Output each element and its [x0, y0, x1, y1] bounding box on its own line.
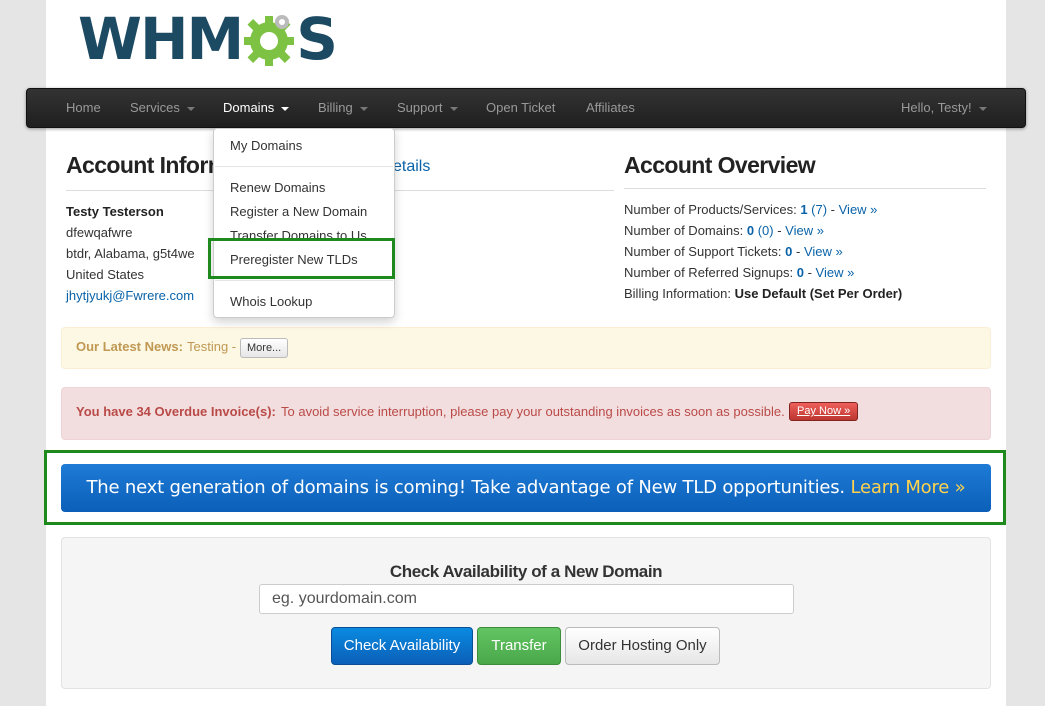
products-view-link[interactable]: View » [839, 202, 878, 217]
overdue-invoices-alert: You have 34 Overdue Invoice(s): To avoid… [61, 387, 991, 440]
account-overview-title: Account Overview [624, 152, 816, 178]
domain-checker-panel: Check Availability of a New Domain Check… [61, 537, 991, 689]
tickets-view-link[interactable]: View » [804, 244, 843, 259]
nav-billing[interactable]: Billing [318, 89, 368, 127]
separator: - [792, 244, 804, 259]
menu-item-preregister-tlds[interactable]: Preregister New TLDs [230, 252, 358, 267]
client-address2: btdr, Alabama, g5t4we [66, 246, 195, 261]
menu-item-renew-domains[interactable]: Renew Domains [230, 180, 325, 195]
check-availability-button[interactable]: Check Availability [331, 627, 473, 665]
referrals-label: Number of Referred Signups: [624, 265, 794, 280]
separator: - [773, 223, 786, 238]
domains-count-link[interactable]: 0 [747, 223, 754, 238]
account-info-title: Account Inform [66, 152, 228, 178]
client-country: United States [66, 267, 145, 282]
domains-view-link[interactable]: View » [785, 223, 824, 238]
overdue-label: You have 34 Overdue Invoice(s): [76, 404, 276, 419]
client-email-link[interactable]: jhytjyukj@Fwrere.com [66, 288, 194, 303]
news-alert: Our Latest News: Testing - More... [61, 327, 991, 369]
new-tld-banner[interactable]: The next generation of domains is coming… [61, 464, 991, 512]
nav-home[interactable]: Home [66, 89, 101, 127]
order-hosting-button[interactable]: Order Hosting Only [565, 627, 720, 665]
logo-text-right: S [296, 5, 338, 73]
pay-now-button[interactable]: Pay Now » [789, 402, 859, 421]
nav-affiliates-label: Affiliates [586, 100, 635, 115]
news-label: Our Latest News: [76, 339, 183, 354]
main-navbar: Home Services Domains Billing Support Op… [26, 88, 1026, 128]
nav-domains-label: Domains [223, 100, 275, 115]
billing-label: Billing Information: [624, 286, 731, 301]
chevron-down-icon [449, 106, 458, 111]
products-label: Number of Products/Services: [624, 202, 797, 217]
domains-label: Number of Domains: [624, 223, 744, 238]
menu-divider [215, 166, 393, 167]
client-address1: dfewqafwre [66, 225, 133, 240]
menu-divider [215, 280, 393, 281]
chevron-down-icon [359, 106, 368, 111]
logo-text-left: WHM [78, 5, 244, 73]
nav-services-label: Services [130, 100, 180, 115]
client-name: Testy Testerson [66, 204, 164, 219]
learn-more-link[interactable]: Learn More » [850, 477, 965, 498]
menu-item-whois-lookup[interactable]: Whois Lookup [230, 294, 312, 309]
domain-checker-title: Check Availability of a New Domain [389, 562, 663, 581]
nav-affiliates[interactable]: Affiliates [586, 89, 635, 127]
overview-referrals-row: Number of Referred Signups: 0 - View » [624, 265, 854, 280]
transfer-button[interactable]: Transfer [477, 627, 561, 665]
overview-tickets-row: Number of Support Tickets: 0 - View » [624, 244, 843, 259]
logo-gear-icon [244, 15, 295, 66]
menu-item-register-domain[interactable]: Register a New Domain [230, 204, 367, 219]
nav-open-ticket[interactable]: Open Ticket [486, 89, 555, 127]
chevron-down-icon [186, 106, 195, 111]
products-count-link[interactable]: 1 [800, 202, 807, 217]
news-text: Testing - [187, 339, 237, 354]
nav-domains[interactable]: Domains [223, 89, 290, 127]
nav-support-label: Support [397, 100, 443, 115]
overview-billing-row: Billing Information: Use Default (Set Pe… [624, 286, 902, 301]
domain-search-input[interactable] [259, 584, 794, 614]
menu-item-my-domains[interactable]: My Domains [230, 138, 302, 153]
separator: - [803, 265, 816, 280]
chevron-down-icon [281, 106, 290, 111]
user-menu-label: Hello, Testy! [901, 100, 972, 115]
update-details-link[interactable]: etails [393, 158, 430, 176]
nav-support[interactable]: Support [397, 89, 458, 127]
tld-banner-text: The next generation of domains is coming… [86, 477, 846, 498]
news-more-button[interactable]: More... [240, 338, 289, 358]
separator: - [827, 202, 839, 217]
chevron-down-icon [978, 106, 987, 111]
nav-open-ticket-label: Open Ticket [486, 100, 556, 115]
user-menu[interactable]: Hello, Testy! [901, 89, 987, 127]
nav-billing-label: Billing [318, 100, 353, 115]
overdue-text: To avoid service interruption, please pa… [281, 404, 785, 419]
overview-products-row: Number of Products/Services: 1 (7) - Vie… [624, 202, 877, 217]
products-total-link[interactable]: (7) [811, 202, 827, 217]
menu-item-transfer-domains[interactable]: Transfer Domains to Us [230, 228, 367, 243]
divider [624, 188, 986, 189]
nav-services[interactable]: Services [130, 89, 195, 127]
domains-dropdown-menu: My Domains Renew Domains Register a New … [213, 128, 395, 318]
whmcs-logo[interactable]: WHM S [78, 5, 338, 73]
referrals-view-link[interactable]: View » [816, 265, 855, 280]
nav-home-label: Home [66, 100, 101, 115]
tickets-label: Number of Support Tickets: [624, 244, 782, 259]
referrals-count-link[interactable]: 0 [797, 265, 804, 280]
billing-value: Use Default (Set Per Order) [734, 286, 903, 301]
domains-total-link[interactable]: (0) [758, 223, 774, 238]
overview-domains-row: Number of Domains: 0 (0) - View » [624, 223, 824, 238]
